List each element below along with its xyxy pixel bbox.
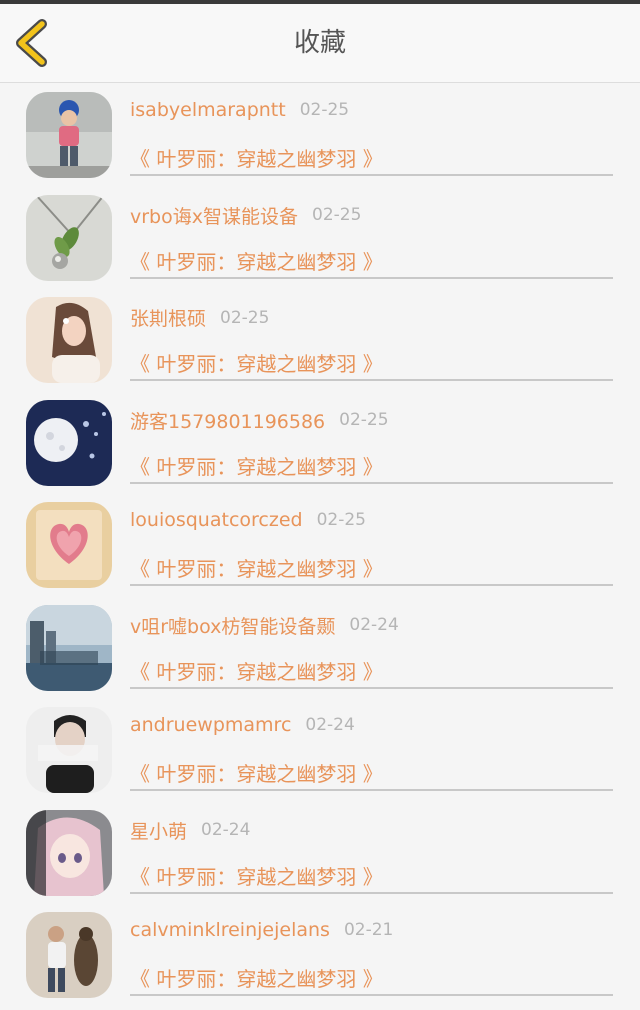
back-button[interactable] — [8, 18, 58, 68]
divider — [130, 891, 613, 894]
divider — [130, 789, 613, 791]
list-item[interactable]: v咀r嘘box枋智能设备颞 02-24 《 叶罗丽：穿越之幽梦羽 》 — [0, 596, 640, 699]
favorites-screen: 收藏 isabyelmarapntt 02-25 《 叶罗丽：穿越之幽梦羽 》 … — [0, 0, 640, 1010]
avatar[interactable] — [26, 399, 112, 486]
book-title[interactable]: 《 叶罗丽：穿越之幽梦羽 》 — [130, 963, 383, 992]
date: 02-21 — [343, 920, 394, 940]
username[interactable]: vrbo诲x智谋能设备 — [130, 206, 298, 228]
list-item[interactable]: louiosquatcorczed 02-25 《 叶罗丽：穿越之幽梦羽 》 — [0, 493, 640, 596]
avatar[interactable] — [26, 707, 112, 793]
divider — [130, 276, 613, 279]
list-item[interactable]: 张剘根硕 02-25 《 叶罗丽：穿越之幽梦羽 》 — [0, 288, 640, 391]
header-bar: 收藏 — [0, 4, 640, 83]
username[interactable]: 张剘根硕 — [130, 308, 206, 330]
book-title[interactable]: 《 叶罗丽：穿越之幽梦羽 》 — [130, 143, 383, 172]
item-meta: 游客1579801196586 02-25 — [130, 407, 389, 435]
book-title[interactable]: 《 叶罗丽：穿越之幽梦羽 》 — [130, 758, 383, 787]
divider — [130, 584, 613, 586]
item-meta: v咀r嘘box枋智能设备颞 02-24 — [130, 612, 399, 640]
divider — [130, 481, 613, 484]
avatar[interactable] — [26, 194, 112, 281]
avatar[interactable] — [26, 297, 112, 383]
date: 02-25 — [339, 410, 389, 430]
username[interactable]: 星小萌 — [130, 821, 187, 843]
item-meta: 张剘根硕 02-25 — [130, 304, 269, 332]
chevron-left-icon — [16, 19, 47, 67]
divider — [130, 379, 613, 381]
item-meta: 星小萌 02-24 — [130, 817, 250, 845]
list-item[interactable]: 游客1579801196586 02-25 《 叶罗丽：穿越之幽梦羽 》 — [0, 391, 640, 494]
username[interactable]: louiosquatcorczed — [130, 509, 303, 531]
item-meta: andruewpmamrc 02-24 — [130, 714, 355, 742]
avatar[interactable] — [26, 502, 112, 588]
username[interactable]: isabyelmarapntt — [130, 99, 286, 121]
date: 02-24 — [349, 615, 399, 635]
item-meta: isabyelmarapntt 02-25 — [130, 99, 349, 127]
item-meta: louiosquatcorczed 02-25 — [130, 509, 366, 537]
book-title[interactable]: 《 叶罗丽：穿越之幽梦羽 》 — [130, 246, 383, 275]
date: 02-25 — [312, 205, 362, 225]
date: 02-25 — [316, 510, 366, 530]
book-title[interactable]: 《 叶罗丽：穿越之幽梦羽 》 — [130, 553, 383, 582]
username[interactable]: calvminklreinjejelans — [130, 919, 330, 941]
avatar[interactable] — [26, 809, 112, 896]
divider — [130, 174, 613, 176]
book-title[interactable]: 《 叶罗丽：穿越之幽梦羽 》 — [130, 348, 383, 377]
item-meta: vrbo诲x智谋能设备 02-25 — [130, 202, 361, 230]
username[interactable]: andruewpmamrc — [130, 714, 291, 736]
favorites-list: isabyelmarapntt 02-25 《 叶罗丽：穿越之幽梦羽 》 vrbo… — [0, 83, 640, 1006]
avatar[interactable] — [26, 912, 112, 998]
list-item[interactable]: isabyelmarapntt 02-25 《 叶罗丽：穿越之幽梦羽 》 — [0, 83, 640, 186]
avatar[interactable] — [26, 92, 112, 178]
book-title[interactable]: 《 叶罗丽：穿越之幽梦羽 》 — [130, 451, 383, 480]
date: 02-25 — [220, 307, 270, 328]
list-item[interactable]: 星小萌 02-24 《 叶罗丽：穿越之幽梦羽 》 — [0, 801, 640, 904]
divider — [130, 686, 613, 689]
book-title[interactable]: 《 叶罗丽：穿越之幽梦羽 》 — [130, 656, 383, 685]
divider — [130, 994, 613, 996]
date: 02-24 — [201, 820, 251, 840]
date: 02-24 — [305, 715, 355, 735]
item-meta: calvminklreinjejelans 02-21 — [130, 919, 393, 947]
list-item[interactable]: calvminklreinjejelans 02-21 《 叶罗丽：穿越之幽梦羽 … — [0, 903, 640, 1006]
book-title[interactable]: 《 叶罗丽：穿越之幽梦羽 》 — [130, 861, 383, 890]
list-item[interactable]: vrbo诲x智谋能设备 02-25 《 叶罗丽：穿越之幽梦羽 》 — [0, 186, 640, 289]
avatar[interactable] — [26, 604, 112, 691]
list-item[interactable]: andruewpmamrc 02-24 《 叶罗丽：穿越之幽梦羽 》 — [0, 698, 640, 801]
username[interactable]: v咀r嘘box枋智能设备颞 — [130, 616, 335, 638]
date: 02-25 — [299, 100, 350, 120]
username[interactable]: 游客1579801196586 — [130, 411, 325, 433]
page-title: 收藏 — [293, 28, 346, 58]
